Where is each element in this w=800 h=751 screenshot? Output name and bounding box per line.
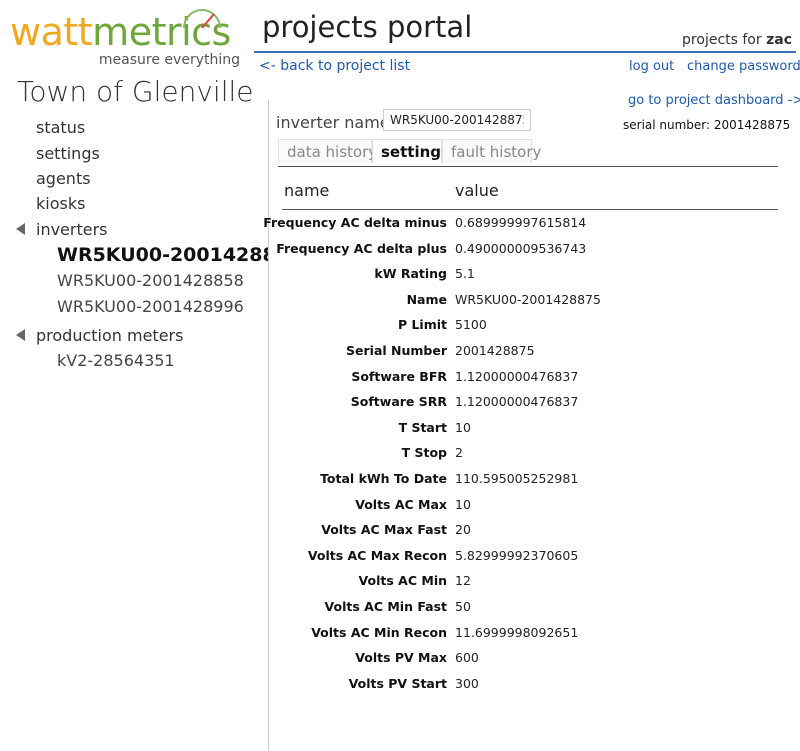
setting-value: 300 (455, 675, 479, 691)
logo-tagline: measure everything (98, 52, 240, 68)
setting-name: Name (406, 291, 447, 307)
table-row: Volts PV Max 600 (280, 650, 780, 675)
sidebar-item-agents[interactable]: agents (36, 169, 91, 188)
setting-name: Software BFR (351, 368, 447, 384)
setting-name: Software SRR (350, 394, 447, 410)
setting-value: 20 (455, 522, 471, 538)
change-password-link[interactable]: change password (687, 59, 800, 74)
setting-value: 5100 (455, 317, 487, 333)
table-header-divider (282, 209, 778, 210)
sidebar-meter-item[interactable]: kV2-28564351 (57, 351, 175, 370)
tab-settings[interactable]: settings (372, 139, 450, 163)
header-divider (254, 51, 796, 53)
inverter-name-label: inverter name: (276, 113, 396, 132)
wattmetrics-logo: wattmetrics measure everything (10, 8, 242, 68)
setting-name: Volts AC Max Recon (307, 547, 447, 563)
sidebar: status settings agents kiosks inverters … (0, 112, 268, 751)
back-to-project-list-link[interactable]: <- back to project list (259, 58, 410, 74)
setting-value: 1.12000000476837 (455, 368, 579, 384)
table-row: Volts AC Min Recon 11.6999998092651 (280, 625, 780, 650)
serial-number-label: serial number: 2001428875 (623, 118, 791, 132)
sidebar-item-settings[interactable]: settings (36, 144, 100, 163)
setting-value: 5.1 (455, 266, 475, 282)
setting-value: 12 (455, 573, 471, 589)
setting-value: 2001428875 (455, 343, 535, 358)
projects-for-text: projects for (682, 32, 762, 48)
page-title: projects portal (262, 10, 473, 44)
setting-value: 0.689999997615814 (455, 215, 587, 230)
table-row: Volts PV Start 300 (280, 676, 780, 701)
sidebar-item-production-meters[interactable]: production meters (36, 326, 183, 345)
setting-value: 2 (455, 445, 463, 461)
sidebar-item-status[interactable]: status (36, 118, 85, 137)
table-row: Volts AC Min Fast 50 (280, 599, 780, 624)
logout-link[interactable]: log out (629, 59, 674, 74)
setting-name: Volts AC Max Fast (321, 522, 447, 538)
setting-value: 10 (455, 419, 471, 435)
sidebar-inverter-item[interactable]: WR5KU00-2001428996 (57, 297, 244, 316)
setting-value: WR5KU00-2001428875 (455, 291, 601, 307)
inverter-name-input[interactable] (383, 109, 531, 131)
table-row: Volts AC Max 10 (280, 497, 780, 522)
sidebar-inverter-item-active[interactable]: WR5KU00-2001428875 (57, 244, 268, 266)
table-row: T Start 10 (280, 420, 780, 445)
current-user: zac (766, 32, 792, 48)
setting-value: 10 (455, 496, 471, 512)
setting-value: 110.595005252981 (455, 471, 579, 486)
collapse-triangle-icon[interactable] (16, 329, 25, 341)
tab-data-history[interactable]: data history (278, 139, 377, 163)
setting-name: Serial Number (346, 343, 447, 358)
setting-name: P Limit (397, 317, 447, 333)
setting-name: Volts PV Max (355, 650, 447, 666)
setting-value: 11.6999998092651 (455, 624, 579, 640)
setting-value: 5.82999992370605 (455, 547, 579, 563)
setting-name: kW Rating (374, 266, 447, 282)
collapse-triangle-icon[interactable] (16, 223, 25, 235)
setting-name: Frequency AC delta minus (263, 215, 447, 230)
setting-value: 1.12000000476837 (455, 394, 579, 410)
table-row: Total kWh To Date 110.595005252981 (280, 471, 780, 496)
table-row: Volts AC Min 12 (280, 573, 780, 598)
table-row: Software BFR 1.12000000476837 (280, 369, 780, 394)
table-row: Software SRR 1.12000000476837 (280, 394, 780, 419)
table-row: kW Rating 5.1 (280, 266, 780, 291)
column-header-value: value (455, 181, 499, 200)
setting-value: 600 (455, 650, 479, 666)
sidebar-divider (268, 100, 269, 751)
table-row: Frequency AC delta plus 0.490000009536743 (276, 240, 780, 266)
table-row: T Stop 2 (280, 445, 780, 470)
table-row: Volts AC Max Fast 20 (280, 522, 780, 547)
logo-watt: watt (10, 10, 93, 54)
project-dashboard-link[interactable]: go to project dashboard -> (628, 93, 800, 108)
table-row: Serial Number 2001428875 (280, 343, 780, 368)
setting-name: Volts AC Min (358, 573, 447, 589)
setting-value: 50 (455, 599, 471, 614)
setting-name: Frequency AC delta plus (276, 240, 447, 256)
project-name: Town of Glenville (17, 75, 254, 108)
setting-value: 0.490000009536743 (455, 240, 587, 256)
table-row: P Limit 5100 (280, 317, 780, 342)
table-row: Volts AC Max Recon 5.82999992370605 (280, 548, 780, 573)
setting-name: Total kWh To Date (320, 471, 447, 486)
setting-name: Volts PV Start (348, 675, 447, 691)
column-header-name: name (284, 181, 330, 200)
table-row: Frequency AC delta minus 0.68999999761581… (263, 215, 780, 240)
setting-name: T Start (398, 419, 447, 435)
sidebar-item-inverters[interactable]: inverters (36, 220, 108, 239)
projects-for-label: projects for zac (682, 32, 792, 48)
sidebar-item-kiosks[interactable]: kiosks (36, 194, 85, 213)
gauge-icon (183, 9, 221, 29)
tab-fault-history[interactable]: fault history (442, 139, 541, 163)
setting-name: Volts AC Min Recon (311, 624, 447, 640)
table-row: Name WR5KU00-2001428875 (280, 292, 780, 317)
sidebar-inverter-item[interactable]: WR5KU00-2001428858 (57, 271, 244, 290)
setting-name: T Stop (401, 445, 447, 461)
setting-name: Volts AC Max (355, 496, 447, 512)
tabs-divider (278, 166, 778, 167)
setting-name: Volts AC Min Fast (324, 599, 447, 614)
